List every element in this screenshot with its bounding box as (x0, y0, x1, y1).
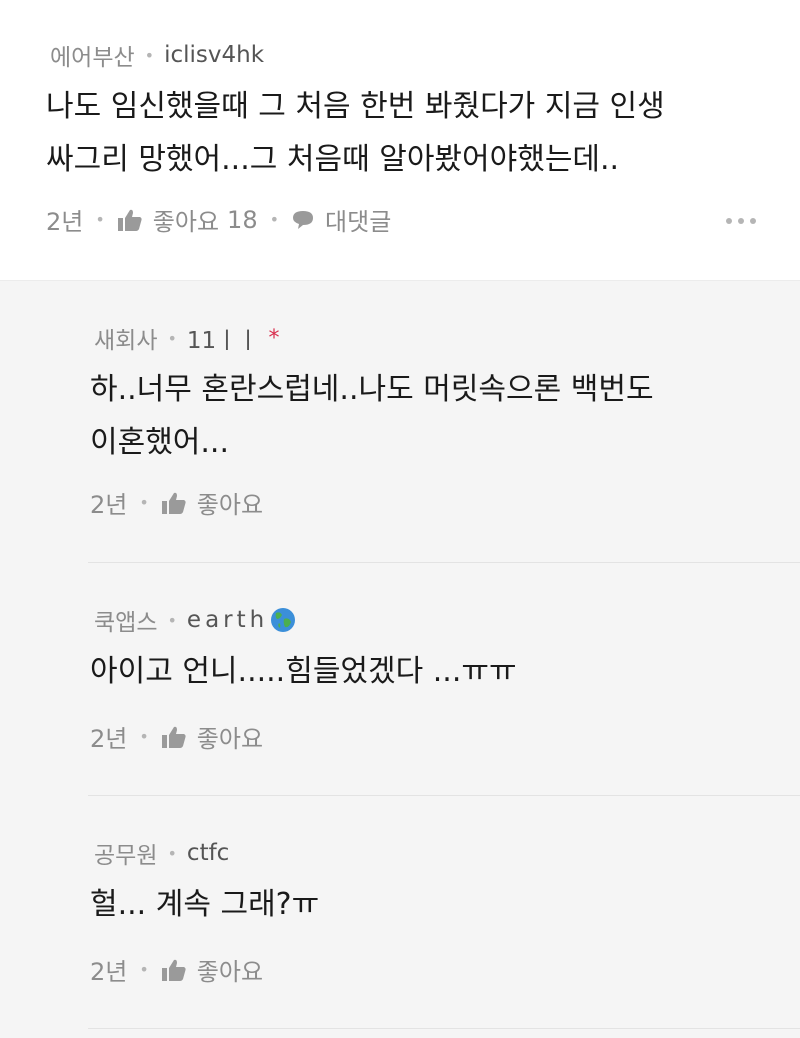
comment-line: 나도 임신했을때 그 처음 한번 봐줬다가 지금 인생 (46, 89, 665, 124)
reply-line: 이혼했어... (90, 425, 230, 460)
like-button[interactable]: 좋아요 (197, 719, 263, 754)
separator-dot: • (167, 843, 177, 863)
comment-line: 싸그리 망했어...그 처음때 알아봤어야했는데.. (46, 142, 620, 177)
separator-dot: • (139, 727, 149, 746)
comment-actions: 2년 • 좋아요 18 • 대댓글 (46, 202, 391, 237)
separator-dot: • (144, 45, 155, 65)
separator-dot: • (167, 328, 177, 348)
thumbs-up-icon[interactable] (117, 208, 143, 232)
community-label[interactable]: 공무원 (94, 836, 157, 870)
timestamp: 2년 (90, 958, 128, 986)
reply-line: 헐... 계속 그래?ㅠ (90, 887, 320, 922)
speech-bubble-icon[interactable] (291, 209, 315, 231)
separator-dot: • (139, 960, 149, 979)
like-button[interactable]: 좋아요 (197, 952, 263, 987)
reply-meta: 새회사 • 11ㅣㅣ * (94, 321, 280, 355)
thumbs-up-icon[interactable] (161, 725, 187, 749)
author-badge: * (268, 325, 280, 351)
main-comment: 에어부산 • iclisv4hk 나도 임신했을때 그 처음 한번 봐줬다가 지… (0, 0, 800, 280)
reply-item: 쿡앱스 • earth 아이고 언니.....힘들었겠다 ...ㅠㅠ 2년 • … (0, 563, 800, 796)
separator-dot: • (139, 493, 149, 512)
reply-meta: 쿡앱스 • earth (94, 603, 296, 637)
username[interactable]: ctfc (187, 840, 229, 866)
reply-body: 하..너무 혼란스럽네..나도 머릿속으론 백번도 이혼했어... (90, 363, 654, 469)
globe-icon (270, 607, 296, 633)
username[interactable]: earth (187, 607, 268, 633)
reply-line: 아이고 언니.....힘들었겠다 ...ㅠㅠ (90, 654, 517, 689)
separator-dot: • (269, 210, 280, 229)
reply-line: 하..너무 혼란스럽네..나도 머릿속으론 백번도 (90, 372, 654, 407)
community-label[interactable]: 쿡앱스 (94, 603, 157, 637)
reply-button[interactable]: 대댓글 (325, 202, 391, 237)
comment-body: 나도 임신했을때 그 처음 한번 봐줬다가 지금 인생 싸그리 망했어...그 … (46, 80, 665, 186)
like-button[interactable]: 좋아요 (153, 202, 219, 237)
reply-actions: 2년 • 좋아요 (90, 952, 263, 987)
community-label[interactable]: 새회사 (94, 321, 157, 355)
username[interactable]: iclisv4hk (164, 42, 264, 68)
reply-item: 새회사 • 11ㅣㅣ * 하..너무 혼란스럽네..나도 머릿속으론 백번도 이… (0, 281, 800, 563)
separator-dot: • (167, 610, 177, 630)
timestamp: 2년 (90, 725, 128, 753)
reply-item: 공무원 • ctfc 헐... 계속 그래?ㅠ 2년 • 좋아요 (0, 796, 800, 1029)
reply-list: 새회사 • 11ㅣㅣ * 하..너무 혼란스럽네..나도 머릿속으론 백번도 이… (0, 280, 800, 1038)
reply-meta: 공무원 • ctfc (94, 836, 229, 870)
reply-actions: 2년 • 좋아요 (90, 719, 263, 754)
divider (88, 1028, 800, 1029)
reply-body: 아이고 언니.....힘들었겠다 ...ㅠㅠ (90, 645, 517, 698)
reply-body: 헐... 계속 그래?ㅠ (90, 878, 319, 931)
username[interactable]: 11ㅣㅣ (187, 321, 259, 355)
more-dots-icon[interactable] (726, 218, 756, 224)
comment-meta: 에어부산 • iclisv4hk (50, 38, 264, 72)
community-label[interactable]: 에어부산 (50, 38, 135, 72)
timestamp: 2년 (46, 208, 84, 236)
timestamp: 2년 (90, 491, 128, 519)
like-count: 18 (227, 205, 258, 234)
like-button[interactable]: 좋아요 (197, 485, 263, 520)
thumbs-up-icon[interactable] (161, 491, 187, 515)
separator-dot: • (95, 210, 105, 229)
reply-actions: 2년 • 좋아요 (90, 485, 263, 520)
thumbs-up-icon[interactable] (161, 958, 187, 982)
